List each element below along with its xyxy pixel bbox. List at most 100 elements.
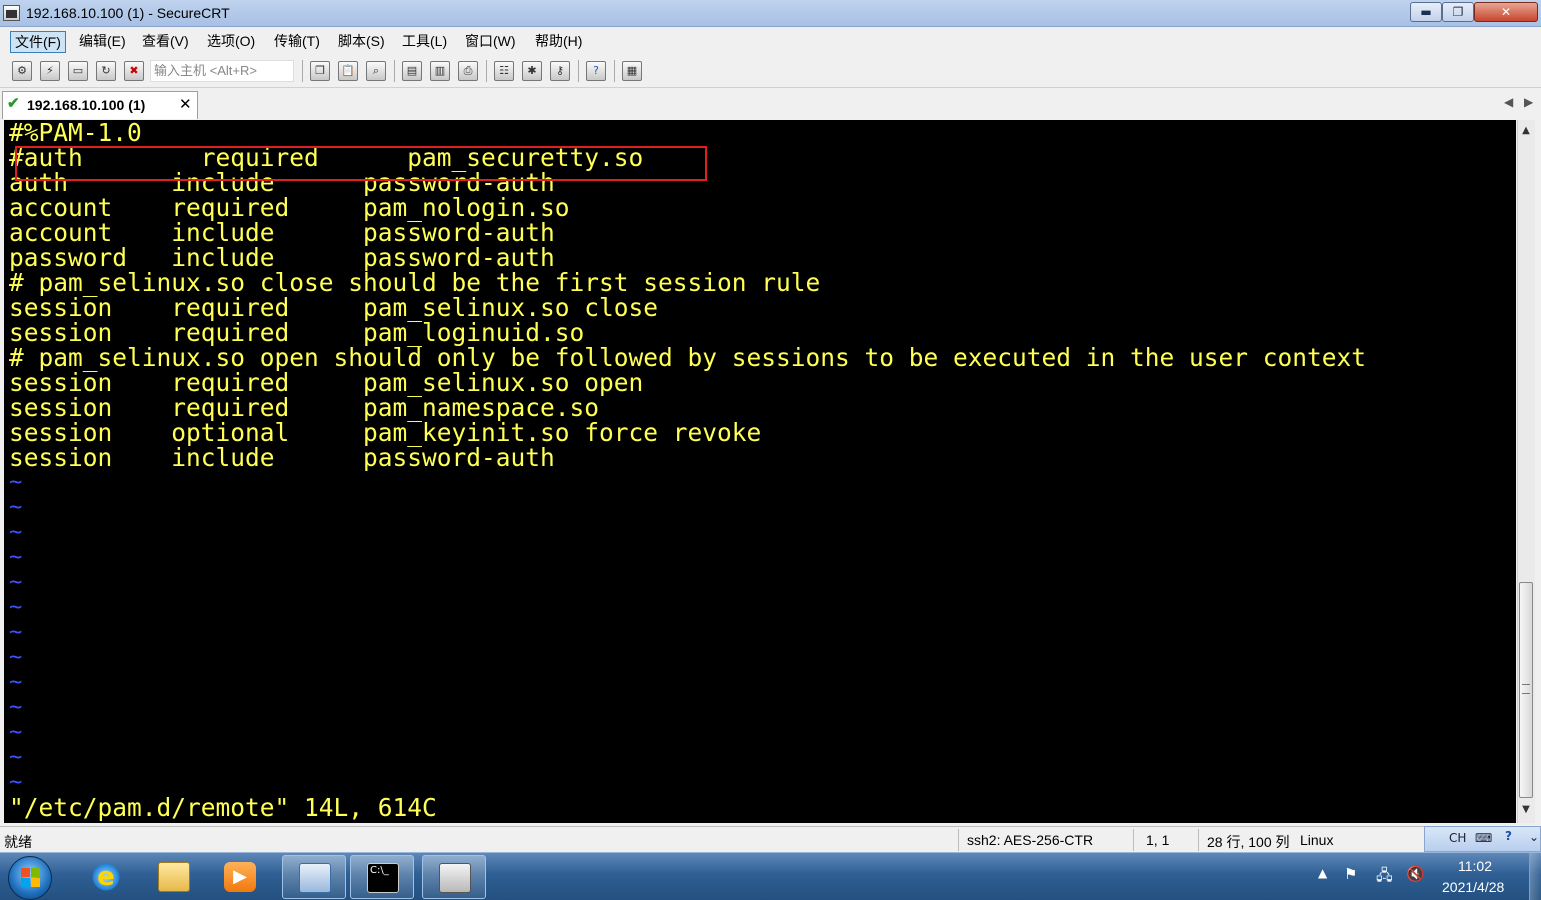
terminal-line: session optional pam_keyinit.so force re… [9, 418, 762, 447]
empty-line-tilde: ~ [9, 495, 23, 520]
session-tab[interactable]: ✔ 192.168.10.100 (1) ✕ [2, 91, 198, 119]
scroll-up-icon[interactable]: ▲ [1517, 122, 1535, 140]
scroll-down-icon[interactable]: ▼ [1517, 801, 1535, 819]
paste-icon[interactable]: 📋 [338, 61, 358, 81]
session-tab-bar: ✔ 192.168.10.100 (1) ✕ ◀ ▶ [0, 89, 1541, 119]
language-bar[interactable]: CH ⌨ ? ⌄ [1424, 826, 1541, 852]
ime-language[interactable]: CH [1449, 831, 1466, 845]
maximize-button[interactable]: ❐ [1442, 2, 1474, 22]
tab-scroll-left-icon[interactable]: ◀ [1504, 95, 1513, 109]
help-icon[interactable]: ? [1505, 829, 1512, 843]
clock-date[interactable]: 2021/4/28 [1442, 879, 1504, 895]
network-icon[interactable]: 🖧 [1376, 865, 1393, 890]
menu-tools[interactable]: 工具(L) [398, 31, 451, 53]
status-divider [1133, 829, 1134, 851]
minimize-button[interactable]: ▬ [1410, 2, 1442, 22]
status-divider [958, 829, 959, 851]
status-terminal-size: 28 行, 100 列 [1207, 834, 1290, 850]
securecrt-app-icon[interactable] [3, 5, 20, 21]
terminal-line: session required pam_selinux.so close [9, 293, 659, 322]
media-player-icon[interactable]: ▶ [208, 855, 272, 899]
toolbar: ⚙ ⚡ ▭ ↻ ✖ 输入主机 <Alt+R> ❐ 📋 ⌕ ▤ ▥ ⎙ ☷ ✱ ⚷… [0, 56, 1541, 88]
keymap-icon[interactable]: ⚷ [550, 61, 570, 81]
status-bar: 就绪 ssh2: AES-256-CTR 1, 1 28 行, 100 列 Li… [0, 826, 1541, 852]
menu-file[interactable]: 文件(F) [10, 31, 66, 53]
title-bar[interactable]: 192.168.10.100 (1) - SecureCRT ▬ ❐ ✕ [0, 0, 1541, 27]
terminal-line: session required pam_loginuid.so [9, 318, 585, 347]
empty-line-tilde: ~ [9, 570, 23, 595]
empty-line-tilde: ~ [9, 470, 23, 495]
terminal-line: session required pam_selinux.so open [9, 368, 644, 397]
start-button[interactable] [8, 856, 52, 900]
print-selection-icon[interactable]: ▥ [430, 61, 450, 81]
reconnect-icon[interactable]: ↻ [96, 61, 116, 81]
connect-tab-icon[interactable]: ▭ [68, 61, 88, 81]
status-cipher: ssh2: AES-256-CTR [967, 832, 1094, 848]
empty-line-tilde: ~ [9, 645, 23, 670]
print-icon[interactable]: ⎙ [458, 61, 478, 81]
vim-status-line: "/etc/pam.d/remote" 14L, 614C [9, 793, 437, 822]
action-center-flag-icon[interactable]: ⚑ [1344, 865, 1357, 883]
tab-scroll-right-icon[interactable]: ▶ [1524, 95, 1533, 109]
connect-icon[interactable]: ⚙ [12, 61, 32, 81]
toolbar-separator [302, 60, 303, 82]
keyboard-icon[interactable]: ⌨ [1475, 831, 1492, 845]
menu-edit[interactable]: 编辑(E) [75, 31, 130, 53]
volume-muted-icon[interactable]: 🔇 [1406, 865, 1425, 883]
ie-icon[interactable]: e [74, 855, 138, 899]
close-button[interactable]: ✕ [1474, 2, 1538, 22]
terminal-line: account include password-auth [9, 218, 555, 247]
menu-window[interactable]: 窗口(W) [461, 31, 520, 53]
status-ready: 就绪 [4, 834, 32, 850]
quick-connect-input[interactable]: 输入主机 <Alt+R> [150, 60, 294, 82]
empty-line-tilde: ~ [9, 720, 23, 745]
print-setup-icon[interactable]: ▤ [402, 61, 422, 81]
status-cursor-position: 1, 1 [1146, 832, 1170, 848]
status-divider [1198, 829, 1199, 851]
clock-time[interactable]: 11:02 [1458, 858, 1492, 874]
empty-line-tilde: ~ [9, 595, 23, 620]
menu-options[interactable]: 选项(O) [203, 31, 259, 53]
server-manager-icon[interactable] [282, 855, 346, 899]
scrollbar-grip-icon [1522, 684, 1530, 694]
global-options-icon[interactable]: ✱ [522, 61, 542, 81]
menu-transfer[interactable]: 传输(T) [270, 31, 324, 53]
menu-help[interactable]: 帮助(H) [531, 31, 586, 53]
windows-logo-icon [21, 868, 41, 888]
sftp-icon[interactable]: ▦ [622, 61, 642, 81]
explorer-icon[interactable] [142, 855, 206, 899]
securecrt-window: 192.168.10.100 (1) - SecureCRT ▬ ❐ ✕ 文件(… [0, 0, 1541, 852]
empty-line-tilde: ~ [9, 670, 23, 695]
system-tray: ▲ ⚑ 🖧 🔇 [1310, 852, 1541, 900]
terminal-line: # pam_selinux.so open should only be fol… [9, 343, 1367, 372]
empty-line-tilde: ~ [9, 695, 23, 720]
menu-view[interactable]: 查看(V) [138, 31, 193, 53]
find-icon[interactable]: ⌕ [366, 61, 386, 81]
cmd-icon[interactable]: C:\_ [350, 855, 414, 899]
help-icon[interactable]: ? [586, 61, 606, 81]
disconnect-icon[interactable]: ✖ [124, 61, 144, 81]
window-title: 192.168.10.100 (1) - SecureCRT [26, 5, 230, 21]
securecrt-icon[interactable] [422, 855, 486, 899]
empty-line-tilde: ~ [9, 520, 23, 545]
show-hidden-icons-icon[interactable]: ▲ [1318, 866, 1327, 880]
toolbar-separator [394, 60, 395, 82]
terminal-line: # pam_selinux.so close should be the fir… [9, 268, 821, 297]
toolbar-separator [614, 60, 615, 82]
terminal-line: account required pam_nologin.so [9, 193, 570, 222]
menu-bar: 文件(F) 编辑(E) 查看(V) 选项(O) 传输(T) 脚本(S) 工具(L… [0, 28, 1541, 54]
terminal-view[interactable]: #%PAM-1.0 #auth required pam_securetty.s… [4, 120, 1516, 823]
empty-line-tilde: ~ [9, 620, 23, 645]
check-icon: ✔ [7, 95, 20, 112]
show-desktop-button[interactable] [1529, 853, 1541, 900]
session-options-icon[interactable]: ☷ [494, 61, 514, 81]
close-tab-icon[interactable]: ✕ [179, 93, 192, 117]
annotation-highlight-box [15, 146, 707, 181]
quick-connect-icon[interactable]: ⚡ [40, 61, 60, 81]
empty-line-tilde: ~ [9, 745, 23, 770]
menu-script[interactable]: 脚本(S) [334, 31, 389, 53]
copy-icon[interactable]: ❐ [310, 61, 330, 81]
options-chevron-icon[interactable]: ⌄ [1529, 830, 1539, 844]
terminal-line: session include password-auth [9, 443, 555, 472]
terminal-line: #%PAM-1.0 [9, 120, 142, 147]
